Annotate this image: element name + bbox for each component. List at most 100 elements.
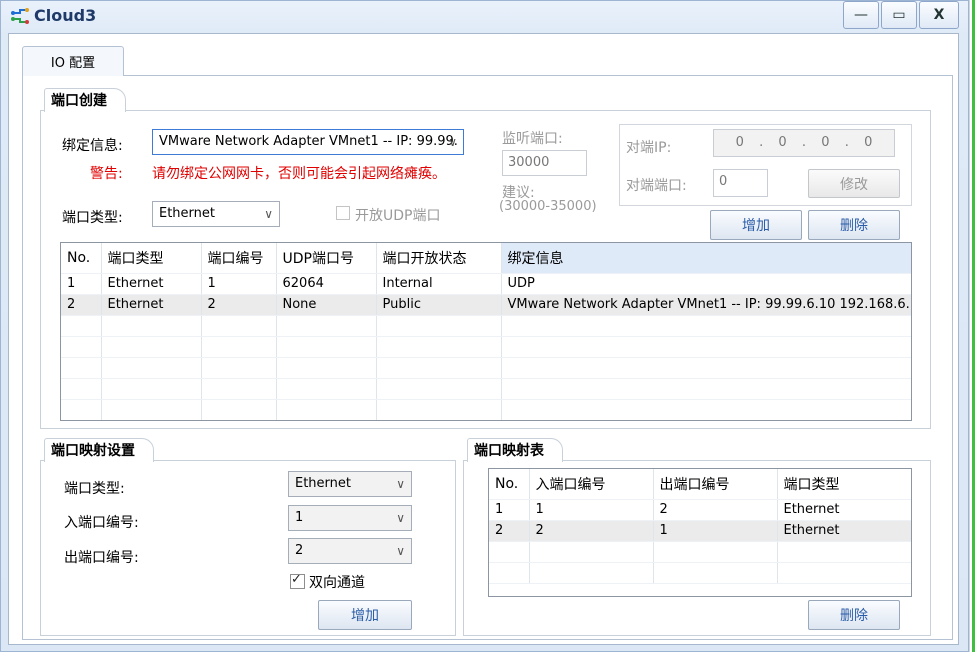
mapping-table[interactable]: No. 入端口编号 出端口编号 端口类型 1 1 2 Ethernet 2 2 … [488, 468, 912, 597]
table-cell: None [276, 294, 377, 316]
title-bar[interactable]: Cloud3 — ▭ X [0, 0, 967, 32]
bind-info-label: 绑定信息: [62, 138, 123, 154]
table-cell: UDP [501, 273, 911, 295]
ip-dot: . [844, 135, 849, 150]
ip-dot: . [801, 135, 807, 150]
table-row-empty [489, 562, 911, 584]
chevron-down-icon: ∨ [448, 135, 457, 149]
table-cell: Ethernet [777, 520, 911, 542]
map-type-label: 端口类型: [64, 481, 125, 497]
peer-ip-octet-1: 0 [735, 135, 744, 150]
warning-label: 警告: [90, 166, 123, 182]
table-cell: 62064 [276, 273, 377, 295]
col-header[interactable]: No. [489, 469, 530, 500]
table-cell: 1 [489, 499, 530, 521]
port-type-select[interactable]: Ethernet ∨ [152, 201, 280, 227]
in-port-select[interactable]: 1 ∨ [288, 505, 412, 531]
add-port-button[interactable]: 增加 [710, 210, 802, 240]
port-mapping-title: 端口映射设置 [44, 438, 154, 462]
table-cell: Public [376, 294, 502, 316]
table-cell: 2 [201, 294, 277, 316]
add-mapping-button[interactable]: 增加 [318, 600, 412, 630]
table-row-empty [489, 541, 911, 563]
chevron-down-icon: ∨ [396, 511, 405, 525]
col-header[interactable]: 端口类型 [777, 469, 911, 500]
table-cell: 2 [61, 294, 102, 316]
port-type-label: 端口类型: [62, 210, 123, 226]
ip-dot: . [759, 135, 764, 150]
table-cell: 1 [201, 273, 277, 295]
close-icon: X [933, 7, 945, 23]
col-header[interactable]: 端口开放状态 [376, 243, 502, 274]
table-cell: 2 [653, 499, 778, 521]
maximize-icon: ▭ [892, 7, 906, 23]
col-header[interactable]: 端口类型 [101, 243, 202, 274]
col-header[interactable]: 入端口编号 [529, 469, 654, 500]
port-table[interactable]: No. 端口类型 端口编号 UDP端口号 端口开放状态 绑定信息 1 Ether… [60, 242, 912, 421]
table-row-empty [61, 357, 911, 379]
col-header[interactable]: UDP端口号 [276, 243, 377, 274]
table-row[interactable]: 2 2 1 Ethernet [489, 520, 911, 542]
table-cell: 2 [489, 520, 530, 542]
bind-info-select[interactable]: VMware Network Adapter VMnet1 -- IP: 99.… [152, 129, 464, 155]
delete-mapping-button[interactable]: 删除 [808, 600, 900, 630]
peer-port-label: 对端端口: [626, 178, 687, 194]
peer-ip-input[interactable]: 0 . 0 . 0 . 0 [713, 129, 895, 157]
in-port-value: 1 [295, 510, 304, 525]
col-header[interactable]: No. [61, 243, 102, 274]
peer-ip-octet-4: 0 [864, 135, 873, 150]
table-row-empty [61, 399, 911, 420]
table-cell: 1 [61, 273, 102, 295]
table-cell: Ethernet [101, 273, 202, 295]
suggest-range: (30000-35000) [499, 199, 597, 214]
bidirectional-label: 双向通道 [309, 575, 365, 591]
out-port-label: 出端口编号: [64, 550, 139, 566]
table-cell: 2 [529, 520, 654, 542]
minimize-icon: — [854, 7, 868, 23]
col-header[interactable]: 出端口编号 [653, 469, 778, 500]
mapping-table-header: No. 入端口编号 出端口编号 端口类型 [489, 469, 911, 500]
peer-ip-label: 对端IP: [626, 140, 672, 156]
table-row-empty [61, 315, 911, 337]
close-button[interactable]: X [919, 1, 959, 29]
map-type-select[interactable]: Ethernet ∨ [288, 471, 412, 497]
chevron-down-icon: ∨ [264, 207, 273, 221]
tab-io-config[interactable]: IO 配置 [22, 46, 124, 76]
delete-port-button[interactable]: 删除 [808, 210, 900, 240]
table-row[interactable]: 1 Ethernet 1 62064 Internal UDP [61, 273, 911, 295]
port-create-title: 端口创建 [44, 88, 126, 112]
table-cell: Internal [376, 273, 502, 295]
col-header[interactable]: 端口编号 [201, 243, 277, 274]
in-port-label: 入端口编号: [64, 515, 139, 531]
table-cell: 1 [653, 520, 778, 542]
chevron-down-icon: ∨ [396, 544, 405, 558]
port-table-header: No. 端口类型 端口编号 UDP端口号 端口开放状态 绑定信息 [61, 243, 911, 274]
peer-port-input[interactable]: 0 [713, 169, 768, 197]
table-row-empty [61, 336, 911, 358]
table-cell: 1 [529, 499, 654, 521]
bind-info-value: VMware Network Adapter VMnet1 -- IP: 99.… [159, 134, 458, 149]
background-window-accent [972, 0, 975, 652]
out-port-select[interactable]: 2 ∨ [288, 538, 412, 564]
udp-open-label: 开放UDP端口 [355, 208, 441, 224]
maximize-button[interactable]: ▭ [881, 1, 917, 29]
mapping-table-title: 端口映射表 [467, 438, 563, 462]
table-cell: VMware Network Adapter VMnet1 -- IP: 99.… [501, 294, 911, 316]
table-row[interactable]: 2 Ethernet 2 None Public VMware Network … [61, 294, 911, 316]
minimize-button[interactable]: — [843, 1, 879, 29]
modify-button[interactable]: 修改 [808, 169, 900, 198]
chevron-down-icon: ∨ [396, 477, 405, 491]
table-row[interactable]: 1 1 2 Ethernet [489, 499, 911, 521]
out-port-value: 2 [295, 543, 304, 558]
table-cell: Ethernet [101, 294, 202, 316]
col-header[interactable]: 绑定信息 [501, 243, 911, 274]
listen-port-input[interactable]: 30000 [502, 150, 587, 176]
window-title: Cloud3 [34, 6, 97, 25]
cloud-network-icon [11, 8, 29, 24]
peer-ip-octet-2: 0 [778, 135, 787, 150]
warning-text: 请勿绑定公网网卡，否则可能会引起网络瘫痪。 [152, 166, 446, 182]
map-type-value: Ethernet [295, 476, 351, 491]
bidirectional-checkbox[interactable] [290, 572, 305, 589]
port-type-value: Ethernet [159, 206, 215, 221]
udp-open-checkbox[interactable] [336, 206, 350, 220]
